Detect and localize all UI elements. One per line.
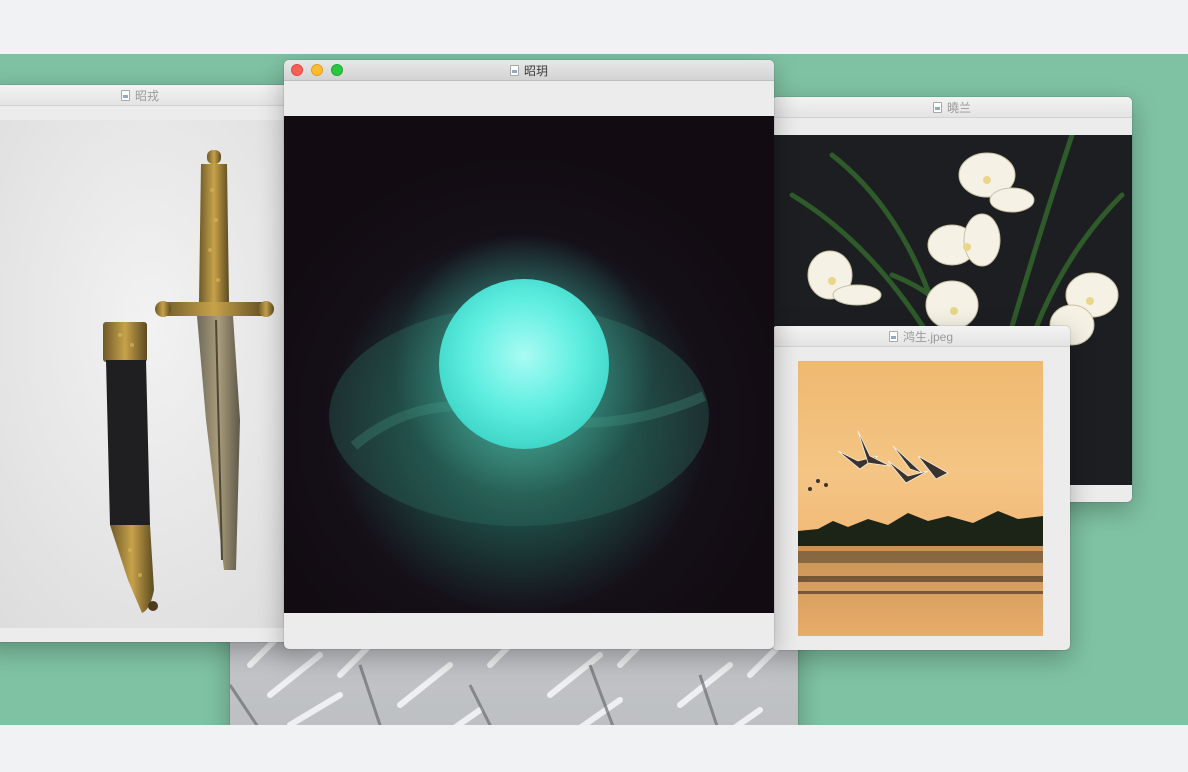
image-file-icon (509, 64, 519, 76)
geese-image (798, 361, 1043, 636)
window-dagger[interactable]: 昭戎 (0, 85, 300, 642)
desktop: 昭戎 曉兰 鸿生.jpeg 昭玥 (0, 54, 1188, 725)
orchid-titlebar[interactable]: 曉兰 (772, 97, 1132, 118)
image-file-icon (932, 101, 942, 113)
window-title: 昭玥 (523, 63, 548, 78)
minimize-button[interactable] (311, 64, 323, 76)
window-title: 鸿生.jpeg (902, 329, 954, 344)
dagger-image (0, 120, 300, 628)
image-file-icon (120, 89, 130, 101)
window-orb[interactable]: 昭玥 (284, 60, 774, 649)
image-file-icon (888, 330, 898, 342)
orb-image (284, 116, 774, 613)
window-controls (291, 64, 343, 76)
maximize-button[interactable] (331, 64, 343, 76)
dagger-titlebar[interactable]: 昭戎 (0, 85, 300, 106)
window-title: 曉兰 (946, 100, 971, 115)
close-button[interactable] (291, 64, 303, 76)
window-title: 昭戎 (134, 88, 159, 103)
geese-titlebar[interactable]: 鸿生.jpeg (772, 326, 1070, 347)
orb-titlebar[interactable]: 昭玥 (284, 60, 774, 81)
window-geese[interactable]: 鸿生.jpeg (772, 326, 1070, 650)
